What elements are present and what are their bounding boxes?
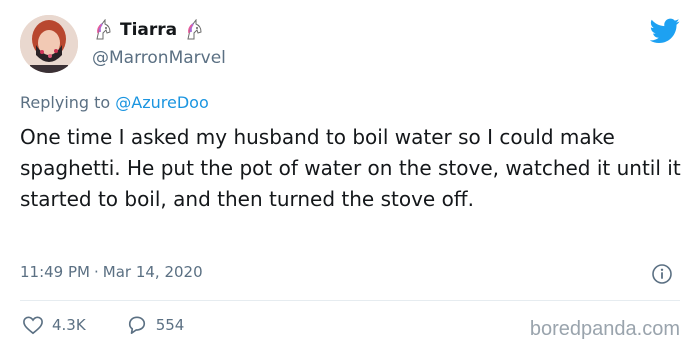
tweet-time: 11:49 PM bbox=[20, 263, 90, 281]
unicorn-icon bbox=[183, 18, 205, 41]
tweet-timestamp[interactable]: 11:49 PM · Mar 14, 2020 bbox=[20, 263, 203, 281]
meta-separator: · bbox=[93, 263, 99, 281]
reply-button[interactable]: 554 bbox=[126, 315, 185, 335]
twitter-logo-icon[interactable] bbox=[649, 18, 680, 44]
tweet-date: Mar 14, 2020 bbox=[102, 263, 203, 281]
replying-to-prefix: Replying to bbox=[20, 93, 116, 112]
unicorn-icon bbox=[92, 18, 114, 41]
tweet-actions: 4.3K 554 bbox=[22, 315, 224, 335]
avatar-image bbox=[20, 15, 78, 73]
user-handle[interactable]: @MarronMarvel bbox=[92, 48, 226, 68]
reply-count: 554 bbox=[155, 316, 185, 334]
heart-icon bbox=[23, 316, 43, 335]
tweet-card: Tiarra @MarronMarvel Replying to @AzureD… bbox=[0, 0, 700, 354]
user-name-row[interactable]: Tiarra bbox=[92, 18, 205, 42]
replying-to: Replying to @AzureDoo bbox=[20, 93, 209, 112]
reply-icon bbox=[128, 316, 145, 334]
like-button[interactable]: 4.3K bbox=[22, 315, 86, 335]
watermark: boredpanda.com bbox=[529, 318, 680, 340]
info-icon[interactable] bbox=[651, 263, 673, 285]
display-name: Tiarra bbox=[120, 20, 178, 40]
tweet-text: One time I asked my husband to boil wate… bbox=[20, 125, 681, 211]
like-count: 4.3K bbox=[52, 316, 86, 334]
reply-mention-link[interactable]: @AzureDoo bbox=[115, 93, 208, 112]
divider bbox=[20, 300, 680, 301]
avatar[interactable] bbox=[20, 15, 78, 73]
